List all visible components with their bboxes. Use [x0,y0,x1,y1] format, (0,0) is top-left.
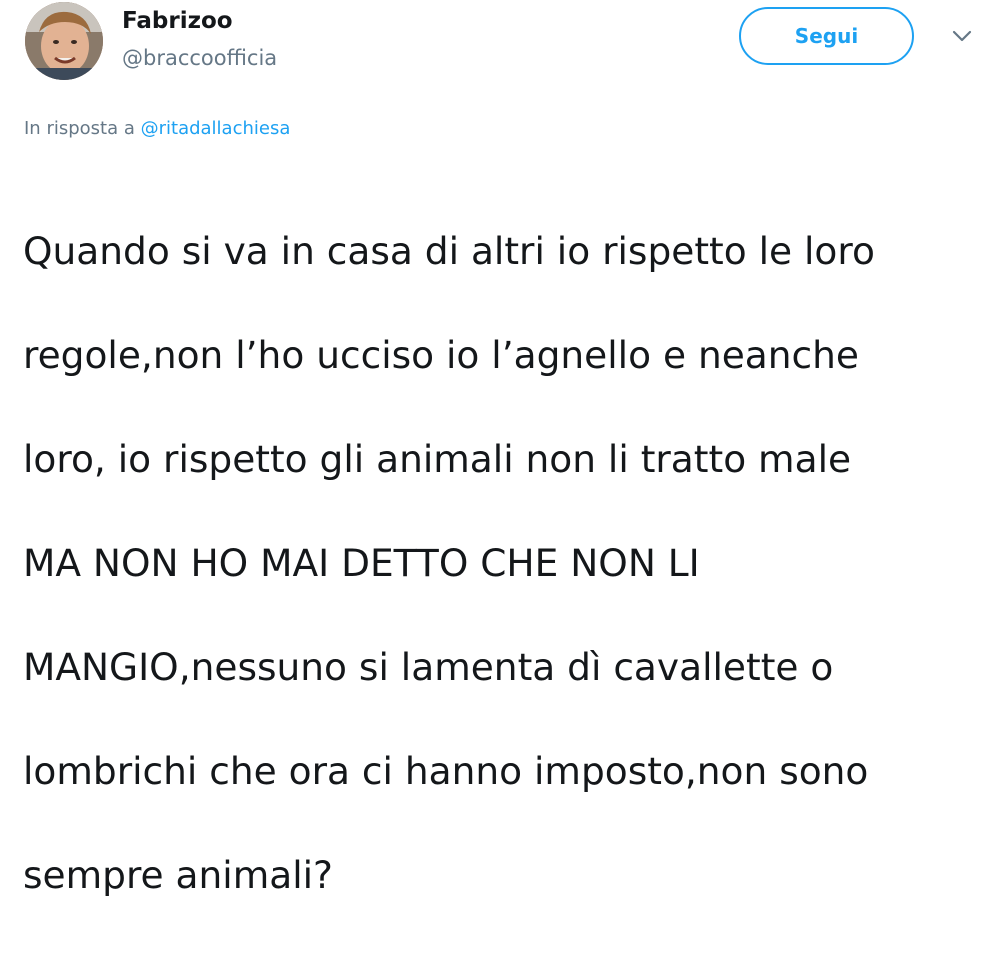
user-display-name[interactable]: Fabrizoo [122,8,233,34]
tweet-line: loro, io rispetto gli animali non li tra… [23,437,852,481]
tweet-text: Quando si va in casa di altri io rispett… [23,173,983,953]
avatar-photo-icon [25,2,103,80]
reply-context: In risposta a @ritadallachiesa [24,118,290,139]
tweet-line: regole,non l’ho ucciso io l’agnello e ne… [23,333,859,377]
follow-button[interactable]: Segui [739,7,914,65]
tweet-line: MANGIO,nessuno si lamenta dì cavallette … [23,645,834,689]
tweet-line: Quando si va in casa di altri io rispett… [23,229,875,273]
chevron-down-icon[interactable] [948,26,976,46]
tweet-line: sempre animali? [23,853,333,897]
reply-prefix: In risposta a [24,118,135,139]
reply-mention-link[interactable]: @ritadallachiesa [141,118,291,139]
avatar[interactable] [25,2,103,80]
tweet-line: lombrichi che ora ci hanno imposto,non s… [23,749,869,793]
tweet-line: MA NON HO MAI DETTO CHE NON LI [23,541,700,585]
user-handle[interactable]: @braccoofficia [122,46,277,70]
